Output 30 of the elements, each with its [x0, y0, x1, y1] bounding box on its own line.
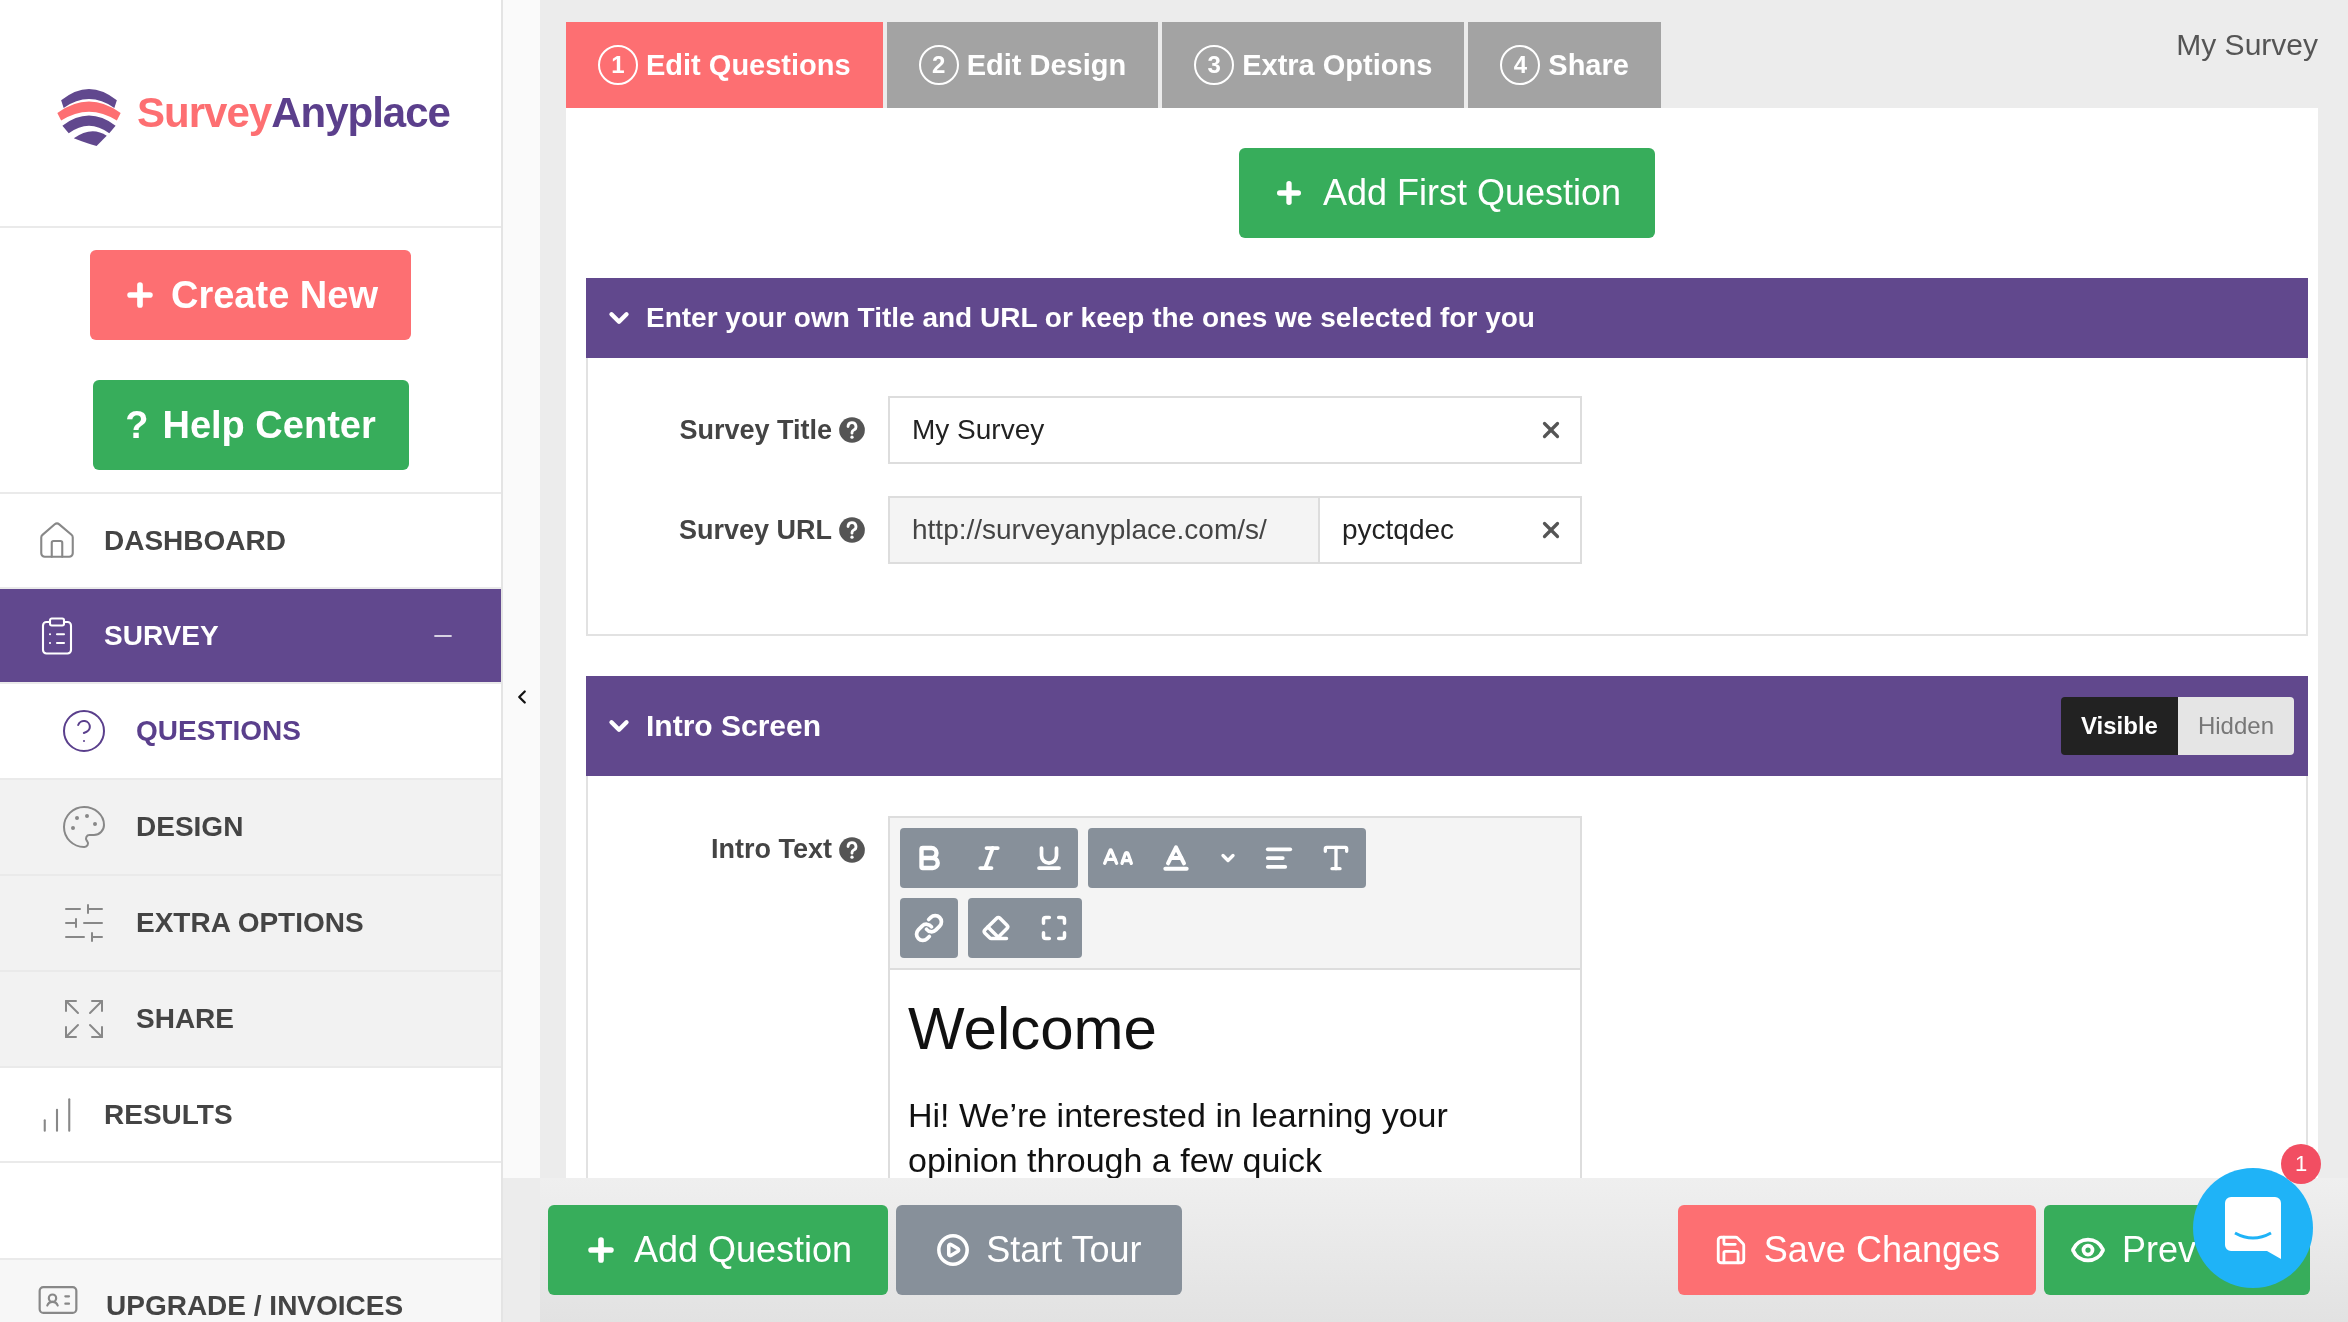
nav-subitem[interactable]: SHARE	[0, 972, 501, 1068]
help-icon[interactable]	[838, 416, 866, 444]
fullscreen-icon[interactable]	[1040, 914, 1068, 942]
field-label: Intro Text	[711, 834, 832, 865]
nav-subitem[interactable]: DESIGN	[0, 780, 501, 876]
nav-item[interactable]: UPGRADE / INVOICES	[0, 1258, 501, 1322]
help-icon[interactable]	[838, 516, 866, 544]
survey-url-field[interactable]: pyctqdec	[1320, 496, 1582, 564]
brand-name: SurveyAnyplace	[137, 89, 450, 137]
field-label: Survey Title	[679, 414, 832, 446]
chat-icon	[2225, 1197, 2281, 1259]
nav-item[interactable]: SURVEY	[0, 589, 501, 684]
question-icon	[60, 707, 108, 755]
palette-icon	[60, 803, 108, 851]
text-color-icon[interactable]	[1160, 842, 1192, 874]
nav-subitem[interactable]: EXTRA OPTIONS	[0, 876, 501, 972]
eraser-icon[interactable]	[982, 914, 1010, 942]
visibility-toggle[interactable]: Visible	[2061, 697, 2178, 755]
play-icon	[936, 1233, 971, 1267]
visibility-toggle[interactable]: Hidden	[2177, 697, 2294, 755]
link-icon[interactable]	[914, 913, 944, 943]
url-prefix: http://surveyanyplace.com/s/	[888, 496, 1320, 564]
section-header[interactable]: Intro Screen Visible Hidden	[586, 676, 2308, 776]
intro-heading: Welcome	[908, 994, 1158, 1063]
help-icon[interactable]	[838, 835, 866, 864]
section-header[interactable]: Enter your own Title and URL or keep the ones we selected for you	[586, 278, 2308, 358]
field-label: Survey URL	[678, 514, 832, 546]
underline-icon[interactable]	[1034, 843, 1064, 873]
survey-title-field[interactable]: My Survey	[888, 396, 1582, 464]
survey-name: My Survey	[2176, 27, 2318, 62]
